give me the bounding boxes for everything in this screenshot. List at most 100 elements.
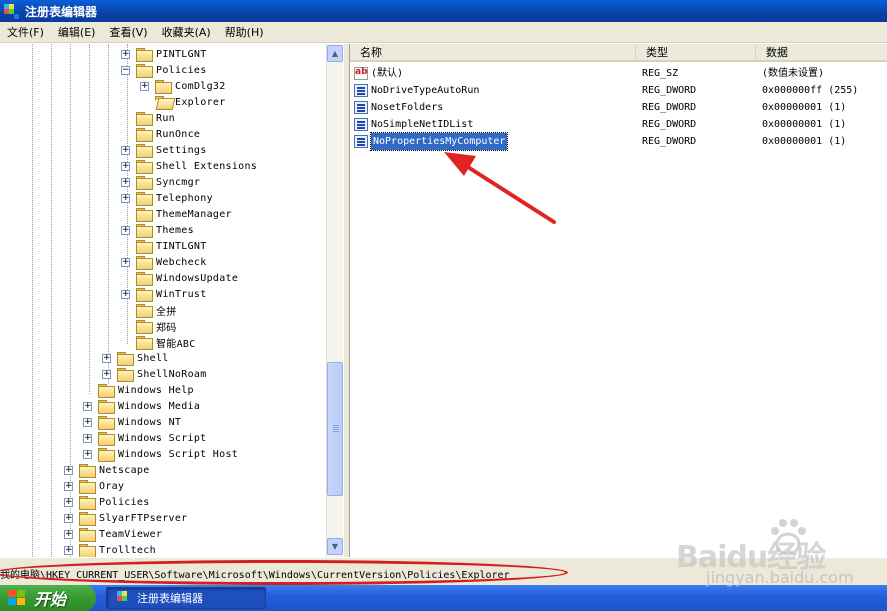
- window-title: 注册表编辑器: [25, 4, 98, 19]
- tree-item-label: ShellNoRoam: [137, 368, 207, 380]
- tree-item[interactable]: + Shell Extensions: [121, 158, 257, 174]
- expand-icon[interactable]: +: [64, 513, 73, 523]
- start-label: 开始: [34, 590, 67, 609]
- expand-icon[interactable]: +: [140, 81, 149, 91]
- tree-scrollbar[interactable]: ▲ ▼: [326, 44, 343, 557]
- tree-item[interactable]: + Oray: [64, 478, 124, 494]
- tree-item[interactable]: + Shell: [102, 350, 169, 366]
- tree-item[interactable]: 全拼: [121, 302, 177, 318]
- tree-item[interactable]: + Settings: [121, 142, 207, 158]
- expand-icon[interactable]: +: [64, 465, 73, 475]
- expand-icon[interactable]: +: [83, 433, 92, 443]
- registry-tree[interactable]: + PINTLGNT − Policies + ComDlg32 Explorer Run Ru…: [0, 44, 344, 557]
- column-header-type[interactable]: 类型: [636, 44, 756, 62]
- menu-file[interactable]: 文件(F): [0, 23, 51, 42]
- expand-icon[interactable]: +: [121, 161, 130, 171]
- expand-icon[interactable]: +: [83, 417, 92, 427]
- tree-item[interactable]: + Windows Media: [83, 398, 200, 414]
- tree-item[interactable]: + Trolltech: [64, 542, 156, 557]
- tree-item-label: Run: [156, 112, 175, 124]
- values-list[interactable]: 名称 类型 数据 (默认) REG_SZ (数值未设置) NoDriveTypeAut…: [349, 44, 887, 557]
- collapse-icon[interactable]: −: [121, 65, 130, 75]
- expand-icon[interactable]: +: [121, 289, 130, 299]
- expand-icon[interactable]: +: [121, 257, 130, 267]
- tree-item[interactable]: + Windows Script: [83, 430, 207, 446]
- folder-icon: [136, 208, 153, 222]
- dword-value-icon: [354, 118, 368, 131]
- expand-icon[interactable]: +: [64, 481, 73, 491]
- expand-icon[interactable]: +: [64, 529, 73, 539]
- tree-item[interactable]: + Netscape: [64, 462, 150, 478]
- folder-icon: [136, 160, 153, 174]
- expand-icon[interactable]: +: [121, 145, 130, 155]
- folder-icon: [79, 464, 96, 478]
- folder-icon: [136, 224, 153, 238]
- expand-icon[interactable]: +: [121, 49, 130, 59]
- column-header-data[interactable]: 数据: [756, 44, 887, 62]
- tree-item[interactable]: WindowsUpdate: [121, 270, 238, 286]
- tree-item[interactable]: + Policies: [64, 494, 150, 510]
- tree-item[interactable]: − Policies: [121, 62, 207, 78]
- tree-item[interactable]: 智能ABC: [121, 334, 196, 350]
- menu-view[interactable]: 查看(V): [102, 23, 154, 42]
- registry-task-icon: [117, 591, 131, 605]
- tree-item-label: SlyarFTPserver: [99, 512, 188, 524]
- value-row[interactable]: NoDriveTypeAutoRun REG_DWORD 0x000000ff (2…: [350, 82, 887, 99]
- tree-item-label: Oray: [99, 480, 125, 492]
- expand-icon[interactable]: +: [121, 193, 130, 203]
- value-row[interactable]: (默认) REG_SZ (数值未设置): [350, 65, 887, 82]
- value-row[interactable]: NoSimpleNetIDList REG_DWORD 0x00000001 (1): [350, 116, 887, 133]
- expand-icon[interactable]: +: [64, 497, 73, 507]
- expand-icon[interactable]: +: [83, 401, 92, 411]
- tree-item[interactable]: Windows Help: [83, 382, 194, 398]
- tree-item-label: Webcheck: [156, 256, 207, 268]
- value-data: 0x00000001 (1): [762, 102, 847, 113]
- tree-item[interactable]: + Themes: [121, 222, 194, 238]
- folder-icon: [79, 480, 96, 494]
- menu-favorites[interactable]: 收藏夹(A): [155, 23, 218, 42]
- tree-item-label: Windows Help: [118, 384, 194, 396]
- tree-item[interactable]: + Telephony: [121, 190, 213, 206]
- windows-logo-icon: [8, 590, 26, 606]
- tree-item[interactable]: ThemeManager: [121, 206, 232, 222]
- tree-item[interactable]: + Windows NT: [83, 414, 181, 430]
- tree-item[interactable]: + Webcheck: [121, 254, 207, 270]
- expand-icon[interactable]: +: [64, 545, 73, 555]
- expand-icon[interactable]: +: [102, 369, 111, 379]
- column-header-name[interactable]: 名称: [350, 44, 636, 62]
- tree-item[interactable]: Run: [121, 110, 175, 126]
- taskbar-regedit-button[interactable]: 注册表编辑器: [106, 587, 266, 609]
- tree-item[interactable]: + Windows Script Host: [83, 446, 238, 462]
- title-bar[interactable]: 注册表编辑器: [0, 0, 887, 22]
- tree-item[interactable]: + WinTrust: [121, 286, 207, 302]
- tree-item[interactable]: + ComDlg32: [140, 78, 226, 94]
- expand-icon[interactable]: +: [121, 225, 130, 235]
- value-row[interactable]: NosetFolders REG_DWORD 0x00000001 (1): [350, 99, 887, 116]
- scroll-down-button[interactable]: ▼: [327, 538, 343, 555]
- dword-value-icon: [354, 84, 368, 97]
- tree-item[interactable]: + SlyarFTPserver: [64, 510, 188, 526]
- folder-icon: [136, 64, 153, 78]
- scroll-thumb[interactable]: [327, 362, 343, 496]
- tree-item[interactable]: 郑码: [121, 318, 177, 334]
- tree-item[interactable]: + ShellNoRoam: [102, 366, 207, 382]
- tree-item[interactable]: RunOnce: [121, 126, 200, 142]
- tree-item[interactable]: + Syncmgr: [121, 174, 200, 190]
- menu-help[interactable]: 帮助(H): [218, 23, 271, 42]
- baidu-watermark: Baidu经验 jingyan.baidu.com: [676, 514, 854, 594]
- start-button[interactable]: 开始: [0, 585, 96, 611]
- menu-edit[interactable]: 编辑(E): [51, 23, 103, 42]
- tree-item-label: Shell Extensions: [156, 160, 258, 172]
- tree-item[interactable]: TINTLGNT: [121, 238, 207, 254]
- scroll-up-button[interactable]: ▲: [327, 45, 343, 62]
- expand-icon[interactable]: +: [102, 353, 111, 363]
- tree-item-label: Themes: [156, 224, 194, 236]
- tree-item-label: TINTLGNT: [156, 240, 207, 252]
- value-type: REG_DWORD: [642, 102, 697, 113]
- expand-icon[interactable]: +: [83, 449, 92, 459]
- tree-item[interactable]: Explorer: [140, 94, 226, 110]
- tree-item[interactable]: + TeamViewer: [64, 526, 162, 542]
- tree-item[interactable]: + PINTLGNT: [121, 46, 207, 62]
- expand-icon[interactable]: +: [121, 177, 130, 187]
- open-folder-icon: [155, 96, 171, 108]
